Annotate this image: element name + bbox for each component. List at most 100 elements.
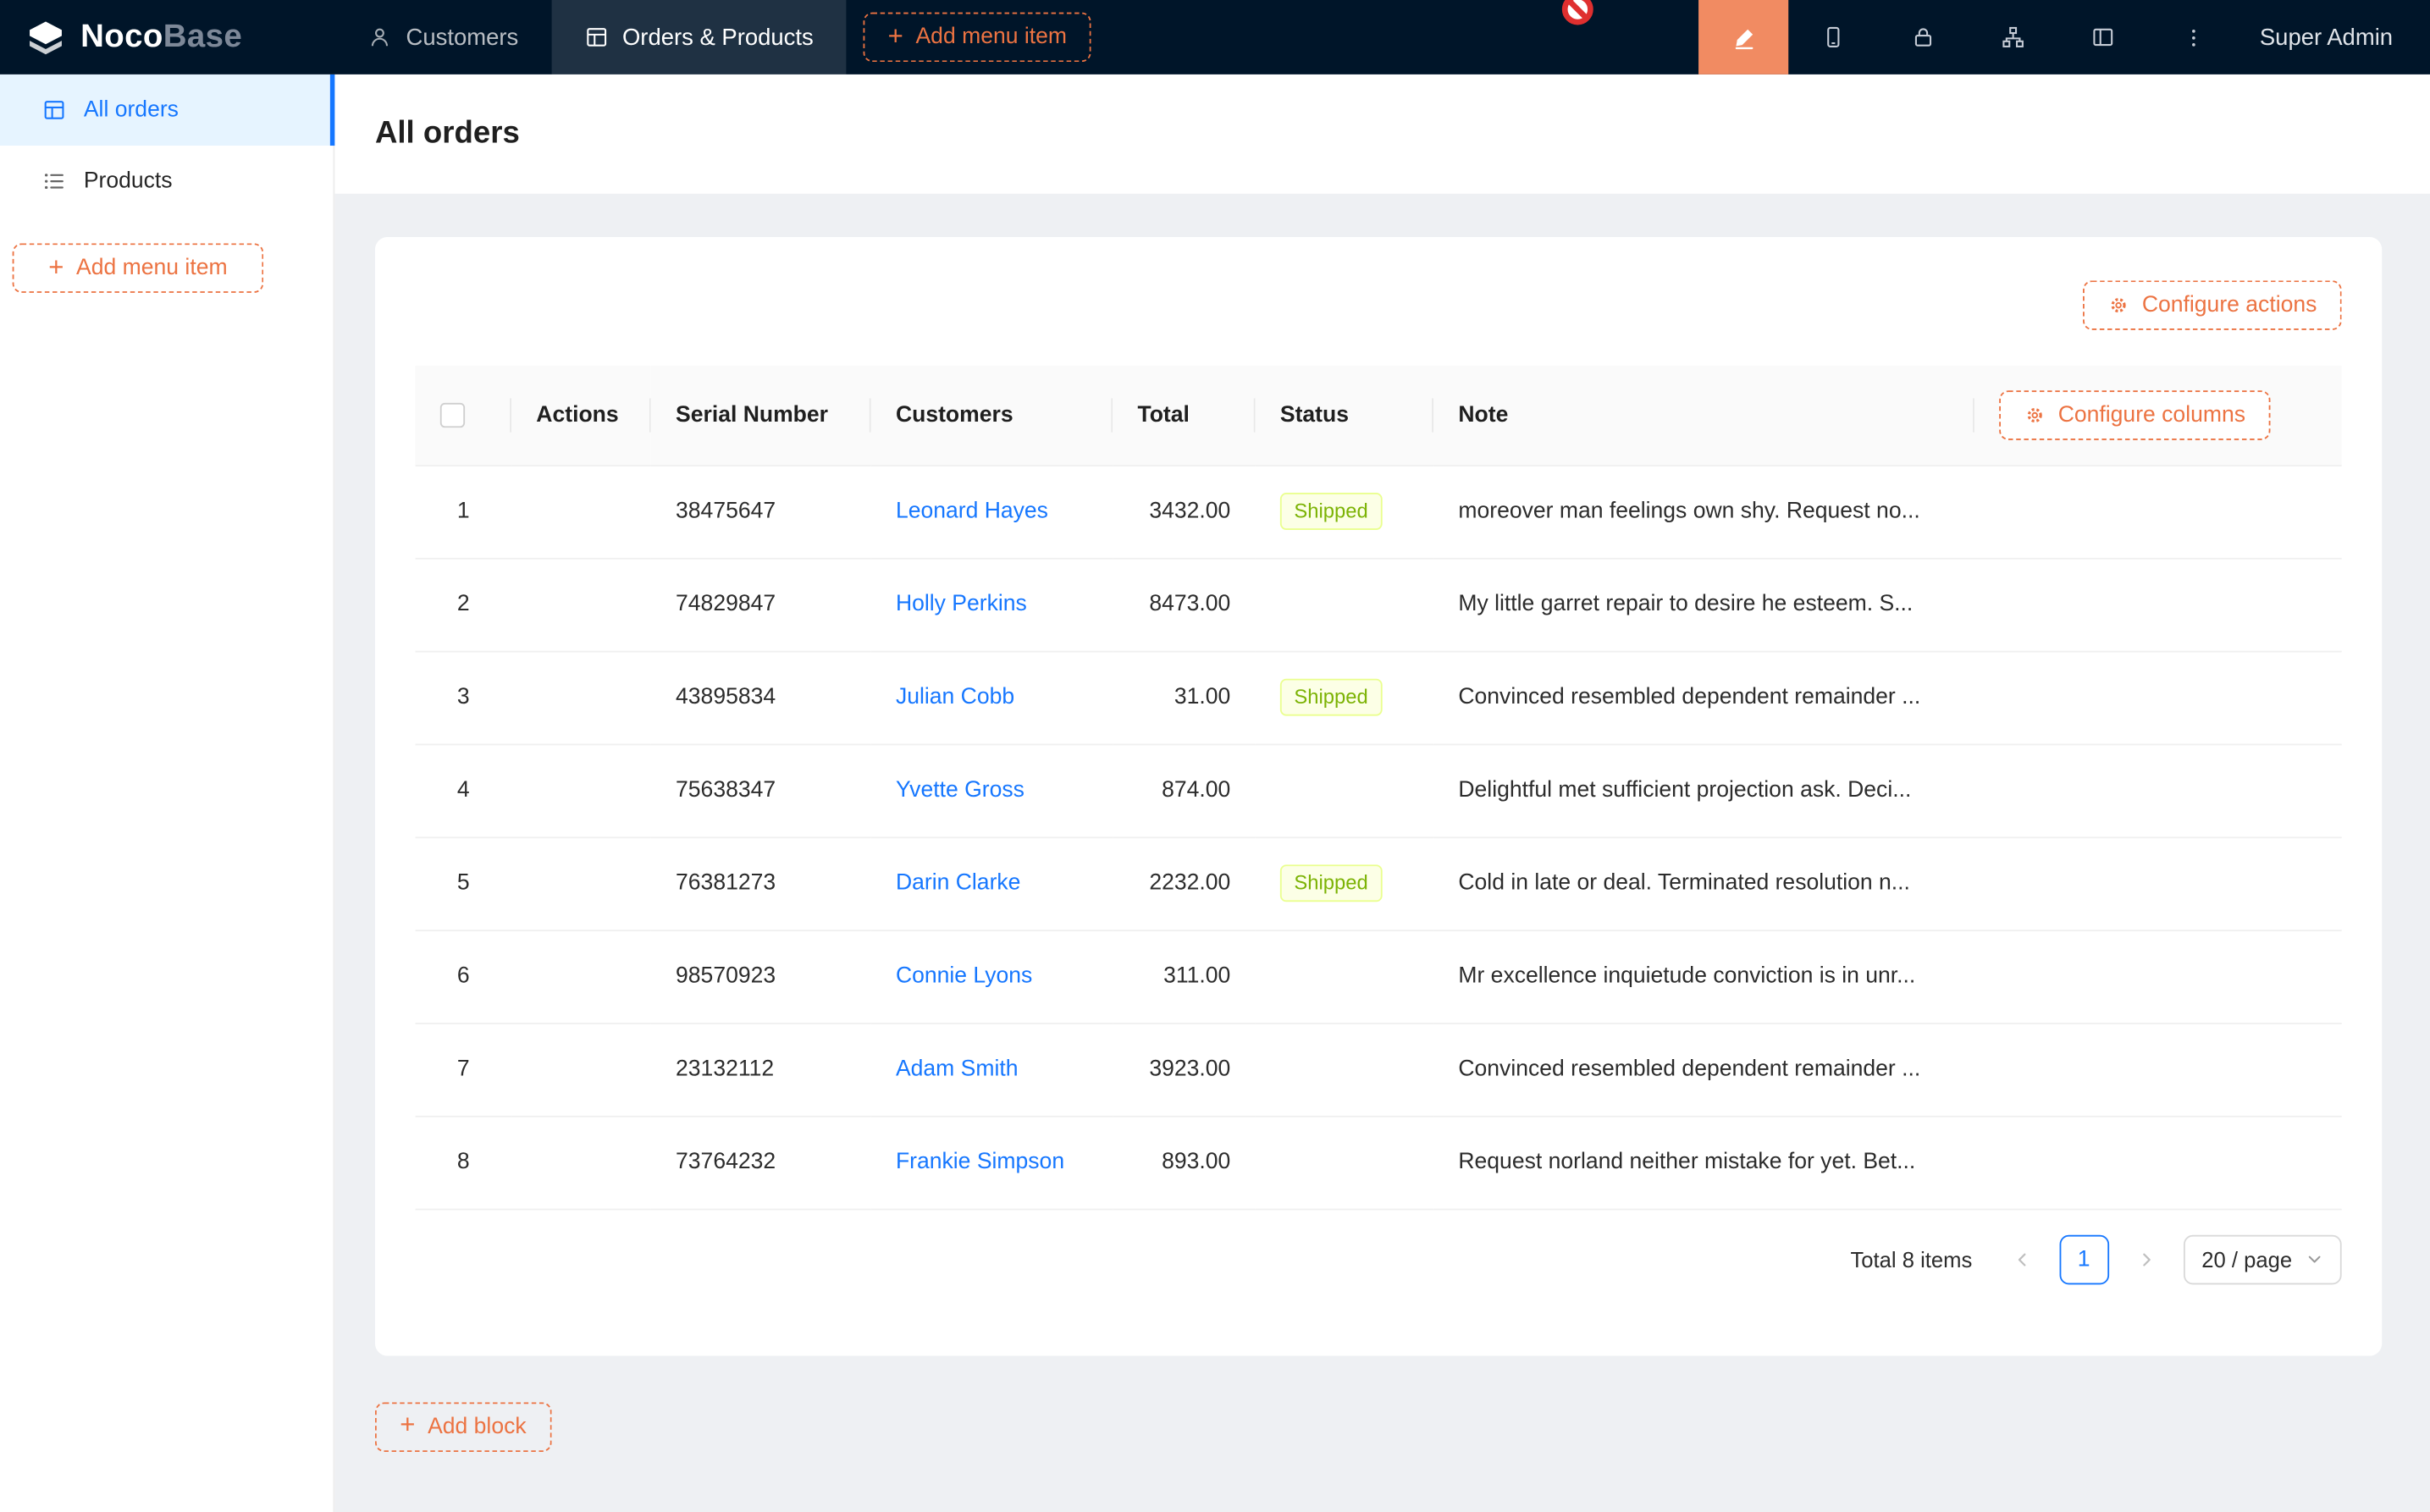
actions-cell [511, 744, 651, 837]
row-index: 7 [416, 1023, 511, 1116]
status-tag: Shipped [1280, 493, 1382, 530]
page-size-value: 20 / page [2201, 1247, 2292, 1272]
configure-columns-button[interactable]: Configure columns [1999, 390, 2270, 440]
sidebar-item-label: Products [84, 169, 173, 194]
prev-page-button[interactable] [1997, 1234, 2047, 1284]
actions-cell [511, 465, 651, 558]
actions-cell [511, 651, 651, 744]
page-header: All orders [334, 74, 2430, 194]
note-cell: Delightful met sufficient projection ask… [1433, 744, 1974, 837]
row-index: 3 [416, 651, 511, 744]
actions-cell [511, 1023, 651, 1116]
status-tag: Shipped [1280, 679, 1382, 716]
topnav-label: Customers [406, 24, 519, 50]
topnav-item-customers[interactable]: Customers [334, 0, 550, 74]
topnav-label: Orders & Products [622, 24, 814, 50]
table-row: 3 43895834 Julian Cobb 31.00 Shipped Con… [416, 651, 2342, 744]
add-menu-item-label: Add menu item [76, 256, 228, 280]
serial-number-cell: 73764232 [651, 1116, 871, 1209]
note-cell: My little garret repair to desire he est… [1433, 558, 1974, 651]
orders-table-block: Configure actions Actions Serial Number … [375, 237, 2382, 1355]
mobile-button[interactable] [1788, 0, 1878, 74]
actions-cell [511, 836, 651, 930]
row-index: 1 [416, 465, 511, 558]
page-title: All orders [375, 116, 520, 152]
add-block-button[interactable]: + Add block [375, 1402, 551, 1452]
customer-link[interactable]: Leonard Hayes [896, 499, 1048, 523]
sidebar: All orders Products + Add menu item [0, 74, 334, 1512]
serial-number-cell: 74829847 [651, 558, 871, 651]
top-navigation: Customers Orders & Products + Add menu i… [334, 0, 1091, 74]
mobile-icon [1821, 25, 1846, 49]
note-cell: Convinced resembled dependent remainder … [1433, 1023, 1974, 1116]
customer-link[interactable]: Holly Perkins [896, 592, 1027, 616]
page-number-button[interactable]: 1 [2059, 1234, 2109, 1284]
column-header-serial-number: Serial Number [651, 366, 871, 465]
topbar-actions: Super Admin [1698, 0, 2430, 74]
lock-button[interactable] [1879, 0, 1969, 74]
sidebar-item-all-orders[interactable]: All orders [0, 74, 334, 146]
table-row: 2 74829847 Holly Perkins 8473.00 My litt… [416, 558, 2342, 651]
sidebar-add-menu-item-button[interactable]: + Add menu item [13, 243, 264, 293]
highlighter-icon [1731, 24, 1757, 50]
chevron-right-icon [2136, 1250, 2155, 1268]
boxed-layout-button[interactable] [2058, 0, 2148, 74]
actions-cell [511, 1116, 651, 1209]
total-cell: 31.00 [1113, 651, 1255, 744]
logo-text: NocoBase [80, 19, 242, 56]
customer-link[interactable]: Frankie Simpson [896, 1150, 1064, 1174]
page-size-select[interactable]: 20 / page [2183, 1234, 2341, 1284]
status-tag: Shipped [1280, 864, 1382, 902]
table-toolbar: Configure actions [416, 280, 2342, 330]
note-cell: Mr excellence inquietude conviction is i… [1433, 930, 1974, 1023]
table-header-row: Actions Serial Number Customers Total St… [416, 366, 2342, 465]
note-cell: Convinced resembled dependent remainder … [1433, 651, 1974, 744]
add-block-label: Add block [428, 1414, 527, 1438]
topbar: NocoBase Customers Orders & Products + A… [0, 0, 2430, 74]
configure-columns-label: Configure columns [2058, 402, 2245, 427]
pagination-total: Total 8 items [1850, 1247, 1972, 1272]
next-page-button[interactable] [2121, 1234, 2171, 1284]
total-cell: 311.00 [1113, 930, 1255, 1023]
row-index: 6 [416, 930, 511, 1023]
table-row: 1 38475647 Leonard Hayes 3432.00 Shipped… [416, 465, 2342, 558]
row-index: 5 [416, 836, 511, 930]
row-index: 4 [416, 744, 511, 837]
table-icon [583, 25, 608, 49]
app-root: NocoBase Customers Orders & Products + A… [0, 0, 2430, 1512]
more-button[interactable] [2148, 0, 2238, 74]
ui-editor-button[interactable] [1698, 0, 1788, 74]
table-row: 5 76381273 Darin Clarke 2232.00 Shipped … [416, 836, 2342, 930]
column-header-customers: Customers [871, 366, 1113, 465]
ellipsis-vertical-icon [2181, 25, 2204, 48]
lock-icon [1911, 25, 1936, 49]
column-header-total: Total [1113, 366, 1255, 465]
total-cell: 3432.00 [1113, 465, 1255, 558]
chevron-down-icon [2306, 1250, 2323, 1267]
api-nodes-button[interactable] [1969, 0, 2058, 74]
table-row: 4 75638347 Yvette Gross 874.00 Delightfu… [416, 744, 2342, 837]
layout-icon [2090, 25, 2115, 49]
serial-number-cell: 38475647 [651, 465, 871, 558]
row-index: 2 [416, 558, 511, 651]
customer-link[interactable]: Julian Cobb [896, 685, 1014, 709]
note-cell: Cold in late or deal. Terminated resolut… [1433, 836, 1974, 930]
sidebar-item-label: All orders [84, 97, 179, 122]
topbar-add-menu-item-button[interactable]: + Add menu item [863, 13, 1091, 63]
nocobase-logo[interactable]: NocoBase [0, 16, 334, 58]
customer-link[interactable]: Adam Smith [896, 1057, 1019, 1081]
actions-cell [511, 930, 651, 1023]
select-all-checkbox[interactable] [440, 403, 465, 428]
table-row: 7 23132112 Adam Smith 3923.00 Convinced … [416, 1023, 2342, 1116]
configure-actions-button[interactable]: Configure actions [2083, 280, 2341, 330]
customer-link[interactable]: Darin Clarke [896, 871, 1021, 896]
topnav-item-orders-products[interactable]: Orders & Products [551, 0, 846, 74]
total-cell: 874.00 [1113, 744, 1255, 837]
column-header-status: Status [1256, 366, 1433, 465]
customer-link[interactable]: Yvette Gross [896, 778, 1024, 803]
customer-link[interactable]: Connie Lyons [896, 963, 1032, 988]
user-menu[interactable]: Super Admin [2238, 24, 2430, 50]
sidebar-item-products[interactable]: Products [0, 146, 334, 217]
table-row: 6 98570923 Connie Lyons 311.00 Mr excell… [416, 930, 2342, 1023]
total-cell: 2232.00 [1113, 836, 1255, 930]
